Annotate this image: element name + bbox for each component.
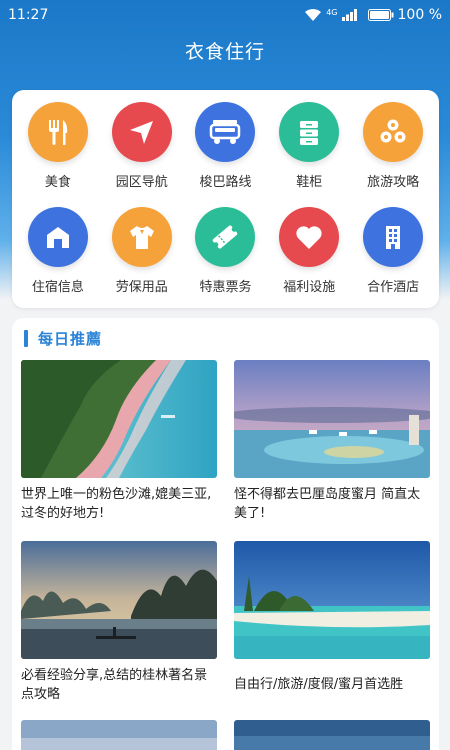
pink-beach-image: [21, 360, 217, 478]
status-time: 11:27: [8, 7, 49, 23]
service-label: 特惠票务: [199, 280, 252, 295]
recommend-text: 自由行/旅游/度假/蜜月首选胜: [234, 677, 404, 692]
daily-recommend-section: 每日推薦 世界上唯一的粉色沙滩,媲美三亚,过冬的好地方! 怪不得都去巴厘岛度蜜月…: [12, 318, 439, 750]
service-item[interactable]: 福利设施: [267, 207, 351, 302]
house-icon: [27, 207, 88, 267]
service-label: 劳保用品: [115, 280, 168, 295]
service-label: 鞋柜: [296, 175, 323, 190]
services-card: 美食 园区导航 梭巴路线 鞋柜 旅游攻略 住宿信息 劳保用品 特惠票务 福利设施…: [12, 90, 439, 308]
service-label: 梭巴路线: [199, 175, 252, 190]
section-title: 每日推薦: [38, 329, 103, 348]
signal-icon: [341, 9, 358, 21]
maldives-beach-image: [234, 541, 430, 659]
shirt-icon: [111, 207, 172, 267]
battery-level: 100 %: [397, 7, 442, 23]
bali-resort-image: [234, 360, 430, 478]
page-title: 衣食住行: [184, 41, 265, 63]
shuttle-bus-icon: [195, 102, 256, 162]
service-item[interactable]: 鞋柜: [267, 102, 351, 197]
hotel-building-icon: [363, 207, 424, 267]
recommend-card[interactable]: 自由行/旅游/度假/蜜月首选胜: [234, 541, 430, 714]
service-item[interactable]: 园区导航: [100, 102, 184, 197]
status-icons: 4G 100 %: [304, 7, 442, 23]
wifi-icon: [304, 8, 322, 22]
recommend-grid: 世界上唯一的粉色沙滩,媲美三亚,过冬的好地方! 怪不得都去巴厘岛度蜜月 简直太美…: [12, 358, 439, 714]
service-label: 福利设施: [283, 280, 336, 295]
service-item[interactable]: 特惠票务: [184, 207, 268, 302]
service-label: 美食: [44, 175, 71, 190]
service-label: 园区导航: [115, 175, 168, 190]
service-item[interactable]: 梭巴路线: [184, 102, 268, 197]
cabinet-icon: [279, 102, 340, 162]
service-label: 旅游攻略: [367, 175, 420, 190]
recommend-card-peek-image[interactable]: [234, 720, 430, 750]
heart-icon: [279, 207, 340, 267]
recommend-text: 世界上唯一的粉色沙滩,媲美三亚,过冬的好地方!: [21, 487, 212, 521]
recommend-card[interactable]: 世界上唯一的粉色沙滩,媲美三亚,过冬的好地方!: [21, 360, 217, 533]
service-label: 合作酒店: [367, 280, 420, 295]
recommend-text: 必看经验分享,总结的桂林著名景点攻略: [21, 668, 208, 702]
navigation-arrow-icon: [111, 102, 172, 162]
services-grid: 美食 园区导航 梭巴路线 鞋柜 旅游攻略 住宿信息 劳保用品 特惠票务 福利设施…: [12, 90, 439, 302]
ticket-icon: [195, 207, 256, 267]
battery-icon: [367, 9, 394, 21]
service-item[interactable]: 旅游攻略: [351, 102, 435, 197]
cutlery-icon: [27, 102, 88, 162]
service-item[interactable]: 劳保用品: [100, 207, 184, 302]
service-item[interactable]: 住宿信息: [16, 207, 100, 302]
travel-guide-icon: [363, 102, 424, 162]
recommend-card[interactable]: 怪不得都去巴厘岛度蜜月 简直太美了!: [234, 360, 430, 533]
network-type: 4G: [326, 7, 338, 17]
guilin-river-image: [21, 541, 217, 659]
section-accent-bar: [24, 329, 28, 347]
service-item[interactable]: 美食: [16, 102, 100, 197]
recommend-card-peek-image[interactable]: [21, 720, 217, 750]
service-item[interactable]: 合作酒店: [351, 207, 435, 302]
status-bar: 11:27 4G 100 %: [0, 0, 450, 30]
service-label: 住宿信息: [31, 280, 84, 295]
recommend-text: 怪不得都去巴厘岛度蜜月 简直太美了!: [234, 487, 421, 521]
section-header: 每日推薦: [12, 318, 439, 358]
recommend-card[interactable]: 必看经验分享,总结的桂林著名景点攻略: [21, 541, 217, 714]
